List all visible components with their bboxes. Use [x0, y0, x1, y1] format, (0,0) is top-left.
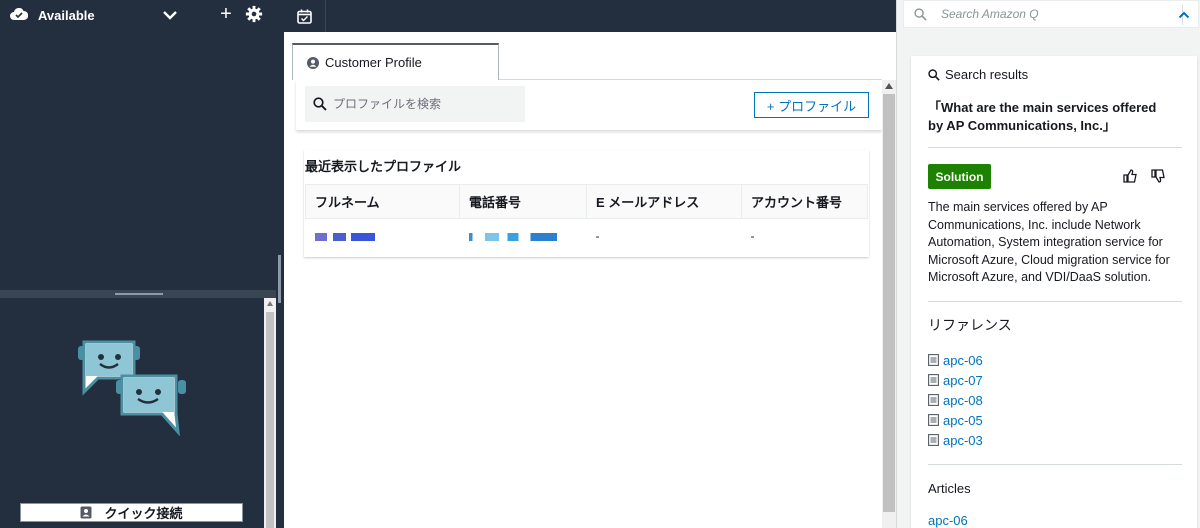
- app-tabs-bar: [284, 0, 896, 32]
- amazon-q-search-input[interactable]: [941, 7, 1161, 21]
- redacted-full-name: [314, 233, 375, 242]
- panel-splitter[interactable]: [0, 290, 276, 298]
- profile-search-box[interactable]: [305, 86, 525, 122]
- tab-customer-profile[interactable]: Customer Profile: [292, 43, 499, 80]
- redacted-phone: [468, 233, 557, 242]
- divider: [928, 147, 1182, 148]
- references-list: apc-06 apc-07 apc-08 apc-05 apc-03: [928, 350, 983, 450]
- quick-connect-button[interactable]: クイック接続: [20, 503, 243, 522]
- thumbs-down-icon[interactable]: [1151, 169, 1165, 183]
- list-item[interactable]: apc-06: [928, 350, 983, 370]
- thumbs-up-icon[interactable]: [1123, 169, 1137, 183]
- splitter-grip[interactable]: [115, 293, 163, 295]
- document-icon: [928, 374, 939, 386]
- contact-card-icon: [80, 506, 92, 519]
- user-circle-icon: [307, 56, 319, 69]
- search-results-header: Search results: [928, 67, 1028, 82]
- amazon-q-panel: Search results 「What are the main servic…: [896, 0, 1200, 528]
- document-icon: [928, 394, 939, 406]
- vertical-splitter-grip[interactable]: [278, 255, 281, 303]
- divider: [928, 301, 1182, 302]
- reference-link[interactable]: apc-08: [943, 393, 983, 408]
- cloud-check-icon: [10, 8, 28, 20]
- column-header-phone: 電話番号: [459, 184, 587, 219]
- references-title: リファレンス: [928, 317, 1012, 333]
- scroll-up-arrow-icon[interactable]: [267, 301, 273, 306]
- recent-profiles-table: フルネーム 電話番号 E メールアドレス アカウント番号 - -: [305, 184, 868, 254]
- articles-title: Articles: [928, 481, 971, 496]
- search-results-label: Search results: [945, 67, 1029, 82]
- list-item[interactable]: apc-07: [928, 370, 983, 390]
- chevron-down-icon[interactable]: [160, 5, 180, 25]
- plus-icon[interactable]: +: [217, 4, 235, 24]
- list-item[interactable]: apc-08: [928, 390, 983, 410]
- divider: [928, 464, 1182, 465]
- agent-status-bar[interactable]: Available +: [0, 0, 276, 30]
- cell-full-name[interactable]: [306, 219, 460, 254]
- calendar-tab[interactable]: [284, 0, 326, 32]
- recent-profiles-card: 最近表示したプロファイル フルネーム 電話番号 E メールアドレス アカウント番…: [304, 150, 869, 257]
- solution-answer-text: The main services offered by AP Communic…: [928, 200, 1170, 284]
- column-header-full-name: フルネーム: [305, 184, 460, 219]
- document-icon: [928, 414, 939, 426]
- vertical-splitter[interactable]: [276, 0, 284, 528]
- profile-search-bar: + プロファイル: [296, 80, 882, 130]
- main-scrollbar[interactable]: [882, 80, 896, 528]
- amazon-q-search-box[interactable]: [903, 0, 1199, 28]
- add-profile-button[interactable]: + プロファイル: [754, 92, 869, 118]
- recent-profiles-title: 最近表示したプロファイル: [305, 159, 462, 174]
- search-icon: [914, 7, 927, 21]
- tab-customer-profile-label: Customer Profile: [325, 55, 422, 70]
- document-icon: [928, 354, 939, 366]
- document-icon: [928, 434, 939, 446]
- reference-link[interactable]: apc-07: [943, 373, 983, 388]
- cell-email: -: [595, 229, 600, 244]
- search-query-text: 「What are the main services offered by A…: [928, 100, 1157, 133]
- ccp-contact-area: [0, 32, 276, 290]
- solution-badge: Solution: [928, 164, 991, 189]
- ccp-scrollbar[interactable]: [264, 298, 276, 528]
- search-icon: [313, 97, 327, 111]
- calendar-icon: [297, 9, 312, 24]
- ccp-lower-area: [0, 298, 264, 528]
- table-header-row: フルネーム 電話番号 E メールアドレス アカウント番号: [305, 184, 868, 219]
- scroll-thumb[interactable]: [883, 94, 895, 512]
- chevron-up-icon[interactable]: [1178, 9, 1190, 21]
- quick-connect-label: クイック接続: [104, 506, 183, 521]
- ccp-panel: Available + クイック接続: [0, 0, 276, 528]
- list-item[interactable]: apc-03: [928, 430, 983, 450]
- column-header-email: E メールアドレス: [586, 184, 742, 219]
- cell-account-number: -: [750, 229, 755, 244]
- article-link[interactable]: apc-06: [928, 513, 968, 528]
- amazon-q-results-card: Search results 「What are the main servic…: [911, 56, 1197, 528]
- customer-profile-app: Customer Profile + プロファイル 最近表示したプロファイル フ…: [284, 32, 896, 528]
- reference-link[interactable]: apc-03: [943, 433, 983, 448]
- search-icon: [928, 68, 940, 81]
- chat-bots-illustration: [78, 340, 186, 436]
- scroll-up-arrow-icon[interactable]: [885, 83, 893, 89]
- agent-status-label[interactable]: Available: [38, 8, 95, 23]
- gear-icon[interactable]: [245, 5, 263, 23]
- reference-link[interactable]: apc-06: [943, 353, 983, 368]
- profile-search-input[interactable]: [333, 97, 513, 111]
- column-header-account-number: アカウント番号: [741, 184, 868, 219]
- reference-link[interactable]: apc-05: [943, 413, 983, 428]
- cell-phone[interactable]: [460, 219, 587, 254]
- scroll-thumb[interactable]: [266, 312, 274, 528]
- table-row[interactable]: - -: [306, 219, 868, 254]
- list-item[interactable]: apc-05: [928, 410, 983, 430]
